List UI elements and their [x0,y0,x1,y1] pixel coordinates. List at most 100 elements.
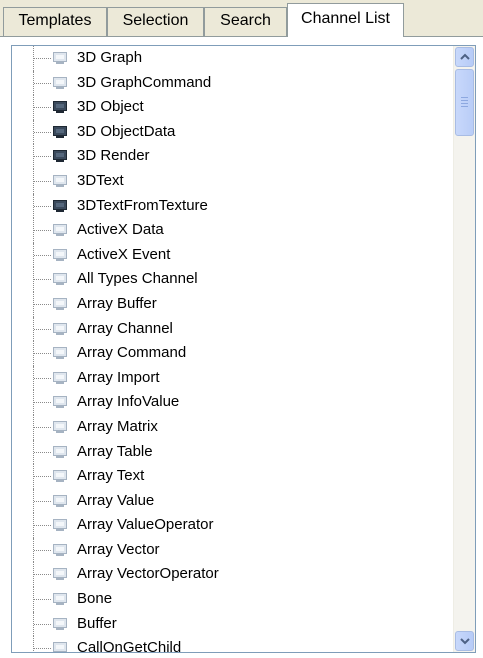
channel-icon-light [53,322,67,335]
vertical-scrollbar[interactable] [453,46,475,652]
tree-item-label: ActiveX Event [77,245,171,263]
tree-branch-line [34,58,51,59]
tree-item-label: CallOnGetChild [77,639,182,652]
tree-item-label: Array ValueOperator [77,516,214,534]
channel-icon-light [53,593,67,606]
tree-item[interactable]: Array Import [12,365,452,391]
channel-icon-light [53,273,67,286]
channel-icon-light [53,543,67,556]
tree-item[interactable]: Array InfoValue [12,390,452,415]
tree-item[interactable]: 3D Graph [12,46,452,71]
tree-item-label: All Types Channel [77,270,198,288]
channel-icon-light [53,248,67,261]
scroll-thumb[interactable] [455,69,474,136]
channel-icon-light [53,297,67,310]
tree-item-label: Array Table [77,442,153,460]
tab-selection[interactable]: Selection [107,7,204,36]
tree-item[interactable]: Array ValueOperator [12,513,452,538]
tree-item[interactable]: 3D GraphCommand [12,70,452,96]
tree-item[interactable]: 3DText [12,168,452,194]
thumb-grip-icon [461,97,468,109]
tree-item[interactable]: 3D Object [12,95,452,120]
tree-item[interactable]: 3D ObjectData [12,119,452,145]
tree-branch-line [34,402,51,404]
tree-item[interactable]: Array Buffer [12,291,452,317]
channel-icon-light [53,568,67,581]
channel-icon-light [53,347,67,360]
tree-branch-line [34,648,51,650]
tree-item[interactable]: 3D Render [12,144,452,169]
channel-icon-light [53,224,67,237]
tree-item-label: 3D Object [77,98,144,116]
tree-item-label: Buffer [77,614,117,632]
tree-item[interactable]: Array Table [12,439,452,465]
tree-branch-line [34,328,51,330]
tree-branch-line [34,353,51,355]
tree-item-label: ActiveX Data [77,221,164,239]
tree-item-label: 3D ObjectData [77,122,176,140]
tree-item[interactable]: Array VectorOperator [12,562,452,588]
tab-search[interactable]: Search [204,7,287,36]
channel-icon-light [53,174,67,187]
tree-branch-line [34,549,51,551]
tree-connector-line [33,636,34,652]
channel-icon-light [53,470,67,483]
channel-icon-light [53,617,67,630]
tree-item-label: Array Vector [77,540,160,558]
tree-branch-line [34,107,51,109]
tree-branch-line [34,180,51,182]
tree-item[interactable]: 3DTextFromTexture [12,193,452,219]
tree-item[interactable]: ActiveX Event [12,242,452,268]
tree-branch-line [34,476,51,478]
tree-item-label: Array VectorOperator [77,565,219,583]
scroll-down-button[interactable] [455,631,474,651]
tree-item[interactable]: CallOnGetChild [12,636,452,652]
tree-item[interactable]: All Types Channel [12,267,452,292]
tree-item-label: Array Channel [77,319,173,337]
channel-tree-view[interactable]: 3D Graph 3D GraphCommand 3D Object 3D Objec… [11,45,476,653]
tab-templates[interactable]: Templates [3,7,107,36]
tree-item[interactable]: Array Matrix [12,414,452,440]
tree-branch-line [34,377,51,379]
channel-list-window: Templates Selection Search Channel List … [0,0,483,658]
tree-item-label: Array Text [77,467,145,485]
tree-branch-line [34,426,51,428]
tree-item[interactable]: Bone [12,587,452,612]
tree-item[interactable]: Buffer [12,611,452,637]
tree-item-label: 3D GraphCommand [77,73,212,91]
tree-branch-line [34,500,51,502]
tree-branch-line [34,451,51,453]
channel-icon-light [53,420,67,433]
tree-item-label: 3D Render [77,147,150,165]
tree-item[interactable]: Array Vector [12,537,452,563]
tree-item-label: Array Command [77,344,187,362]
tree-branch-line [34,156,51,158]
tree-item-label: Array Matrix [77,417,158,435]
tree-branch-line [34,623,51,625]
tree-branch-line [34,230,51,232]
channel-icon-light [53,642,67,652]
channel-icon-light [53,445,67,458]
tree-item[interactable]: Array Text [12,464,452,489]
tree-item[interactable]: Array Channel [12,316,452,342]
channel-icon-light [53,52,67,64]
channel-icon-light [53,494,67,507]
channel-icon-dark [53,150,67,163]
tab-channel-list[interactable]: Channel List [287,3,404,37]
channel-icon-light [53,371,67,384]
channel-icon-dark [53,199,67,212]
tree-item[interactable]: Array Command [12,341,452,366]
channel-icon-light [53,76,67,89]
tree-branch-line [34,205,51,207]
tree-item[interactable]: Array Value [12,488,452,514]
scroll-up-button[interactable] [455,47,474,67]
tree-branch-line [34,525,51,527]
tree-item-label: Array Buffer [77,294,157,312]
tree-branch-line [34,82,51,84]
tree-item-label: Array InfoValue [77,393,180,411]
tree-item[interactable]: ActiveX Data [12,218,452,243]
chevron-up-icon [460,53,470,60]
tree-item-label: 3D Graph [77,49,143,66]
chevron-down-icon [460,638,470,645]
tree-branch-line [34,279,51,281]
